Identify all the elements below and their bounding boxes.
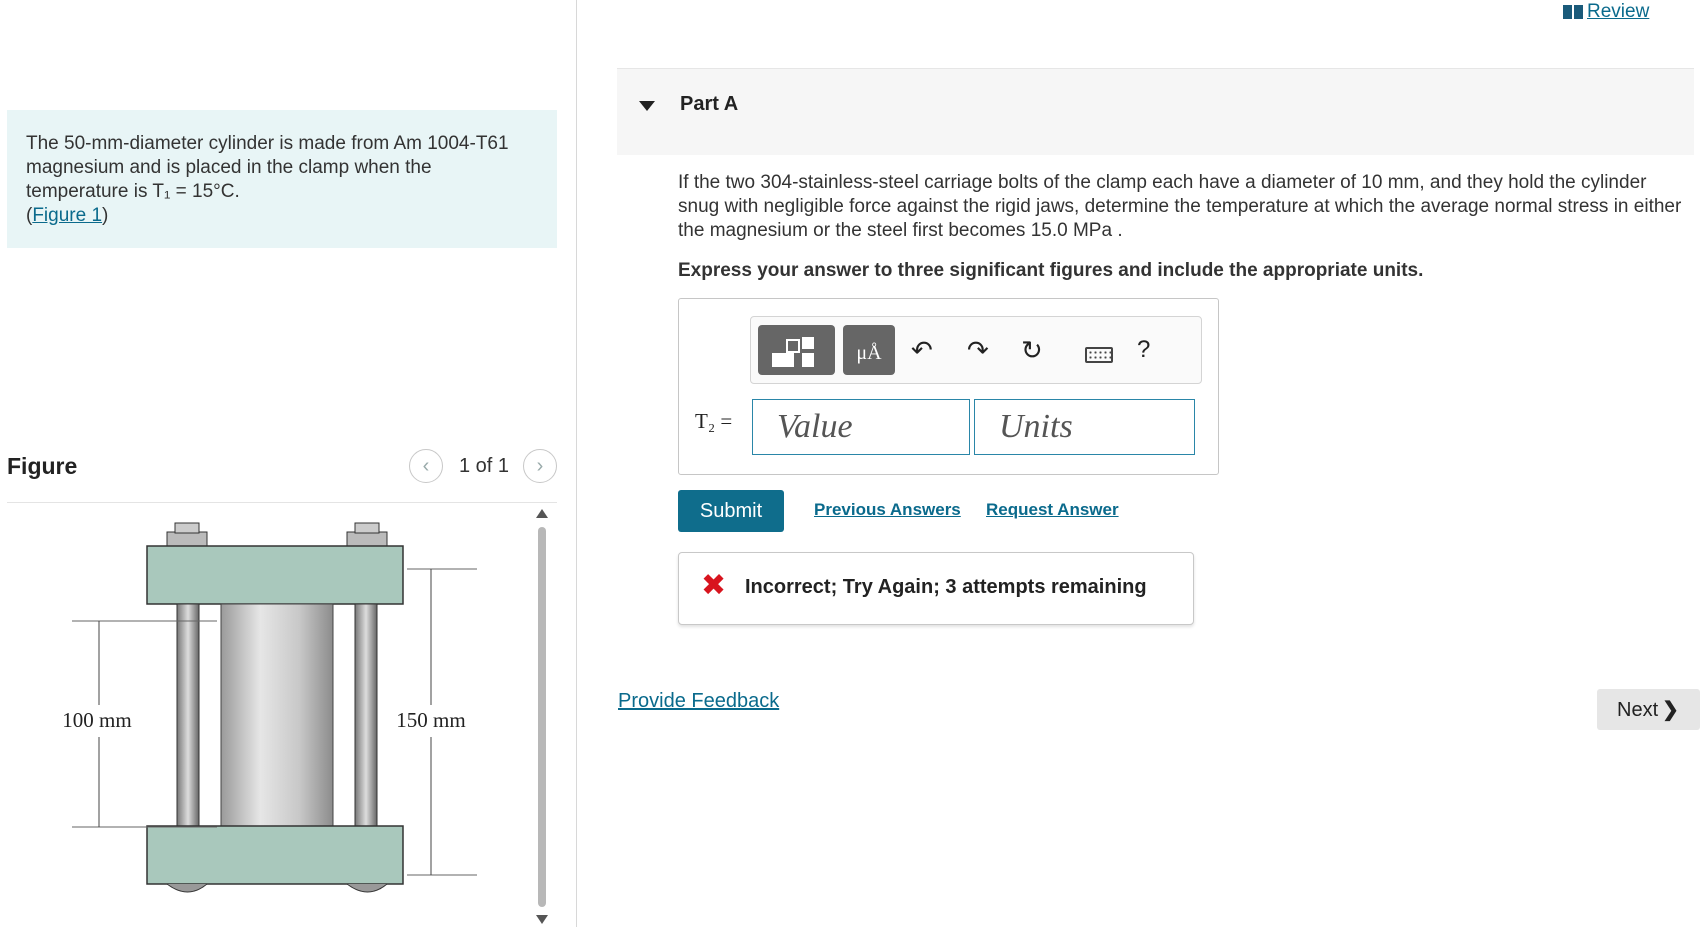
panel-divider [576,0,577,927]
next-button[interactable]: Next ❯ [1597,689,1700,730]
top-jaw [146,545,404,605]
instruction-text: Express your answer to three significant… [678,260,1424,281]
part-title: Part A [680,93,739,115]
figure-pager: ‹ 1 of 1 › [408,448,557,484]
dimension-label-right: 150 mm [396,708,465,732]
math-toolbar: μÅ ↶ ↷ ↻ ? [750,316,1202,384]
templates-icon[interactable] [758,325,835,375]
figure-link[interactable]: Figure 1 [32,205,102,226]
figure-scrollbar[interactable] [535,505,549,925]
keyboard-icon[interactable] [1085,347,1113,363]
review-link[interactable]: Review [1587,1,1649,23]
bolt-right [354,603,378,827]
pager-text: 1 of 1 [458,454,509,477]
top-nut-right [346,522,388,547]
units-input[interactable] [974,399,1195,455]
chevron-left-icon: ‹ [422,454,430,477]
submit-button[interactable]: Submit [678,490,784,532]
dimension-label-left: 100 mm [62,708,131,732]
problem-intro: The 50-mm-diameter cylinder is made from… [7,110,557,248]
reset-icon[interactable]: ↻ [1021,335,1043,365]
book-icon [1563,5,1583,19]
clamp-diagram: 100 mm 150 mm [62,522,477,893]
next-figure-button[interactable]: › [523,449,557,483]
provide-feedback-link[interactable]: Provide Feedback [618,690,779,713]
undo-icon[interactable]: ↶ [911,335,933,365]
bottom-jaw [146,825,404,885]
scroll-thumb[interactable] [538,527,546,907]
figure-header: Figure ‹ 1 of 1 › [7,448,557,503]
scroll-up-icon[interactable] [536,509,548,518]
request-answer-link[interactable]: Request Answer [986,500,1119,520]
chevron-right-icon: ❯ [1662,699,1679,721]
scroll-down-icon[interactable] [536,915,548,924]
help-icon[interactable]: ? [1137,335,1150,365]
feedback-message-box: ✖ Incorrect; Try Again; 3 attempts remai… [678,552,1194,625]
review-link-container[interactable]: Review [1563,0,1649,24]
question-text: If the two 304-stainless-steel carriage … [678,172,1682,241]
chevron-right-icon: › [536,454,544,477]
caret-down-icon[interactable] [639,101,655,111]
answer-variable-label: T₂ = [695,409,733,433]
redo-icon[interactable]: ↷ [967,335,989,365]
figure-image: 100 mm 150 mm [7,505,557,910]
bolt-left [176,603,200,827]
figure-title: Figure [7,453,78,479]
part-header[interactable]: Part A [617,68,1694,155]
x-icon: ✖ [701,569,727,602]
units-icon[interactable]: μÅ [843,325,895,375]
cylinder [220,603,334,827]
previous-answers-link[interactable]: Previous Answers [814,500,961,520]
feedback-message: Incorrect; Try Again; 3 attempts remaini… [745,576,1147,598]
value-input[interactable] [752,399,970,455]
top-nut-left [166,522,208,547]
answer-box: μÅ ↶ ↷ ↻ ? T₂ = [678,298,1219,475]
prev-figure-button[interactable]: ‹ [408,449,443,483]
intro-text: The 50-mm-diameter cylinder is made from… [26,133,509,202]
next-button-label: Next [1617,699,1659,721]
